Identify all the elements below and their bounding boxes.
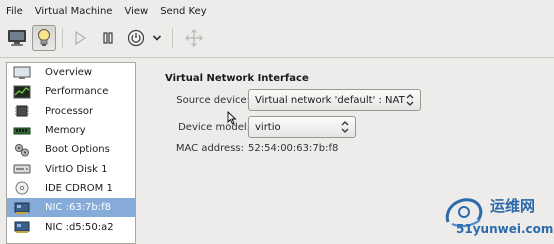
- details-button[interactable]: [32, 25, 56, 51]
- combo-arrows-icon: [341, 121, 349, 133]
- hardware-list: Overview Performance Processor Memory Bo…: [6, 62, 136, 244]
- sidebar-item-label: NIC :d5:50:a2: [45, 221, 114, 233]
- sidebar-item-memory[interactable]: Memory: [7, 121, 135, 140]
- sidebar-item-boot-options[interactable]: Boot Options: [7, 140, 135, 159]
- sidebar-item-label: NIC :63:7b:f8: [45, 202, 112, 214]
- menu-file[interactable]: File: [6, 6, 23, 17]
- lightbulb-info-icon: [38, 29, 50, 46]
- sidebar-item-performance[interactable]: Performance: [7, 82, 135, 101]
- performance-graph-icon: [13, 85, 31, 99]
- sidebar-item-label: IDE CDROM 1: [45, 182, 113, 194]
- console-button[interactable]: [5, 25, 29, 51]
- combo-arrows-icon: [406, 94, 414, 106]
- processor-chip-icon: [13, 104, 31, 118]
- toolbar: [0, 22, 554, 58]
- disk-drive-icon: [13, 162, 31, 176]
- source-device-combo[interactable]: Virtual network 'default' : NAT: [248, 89, 421, 111]
- device-model-combo[interactable]: virtio: [248, 116, 356, 138]
- menu-view[interactable]: View: [124, 6, 148, 17]
- sidebar-item-label: Overview: [45, 67, 93, 79]
- sidebar-item-virtio-disk-1[interactable]: VirtIO Disk 1: [7, 159, 135, 178]
- sidebar-item-label: Boot Options: [45, 144, 110, 156]
- sidebar-item-ide-cdrom-1[interactable]: IDE CDROM 1: [7, 179, 135, 198]
- sidebar-item-processor[interactable]: Processor: [7, 102, 135, 121]
- toolbar-separator: [62, 28, 63, 48]
- mac-address-value: 52:54:00:63:7b:f8: [248, 143, 339, 154]
- cdrom-icon: [13, 181, 31, 195]
- sidebar-item-nic-63-7b-f8[interactable]: NIC :63:7b:f8: [7, 198, 135, 218]
- menu-bar: File Virtual Machine View Send Key: [0, 0, 554, 22]
- network-card-icon: [13, 201, 31, 215]
- play-icon: [75, 30, 87, 46]
- network-card-icon: [13, 220, 31, 234]
- device-model-value: virtio: [255, 121, 281, 133]
- power-icon: [127, 29, 145, 47]
- mouse-cursor-icon: [227, 111, 237, 125]
- watermark-domain: 51yunwei.com: [456, 222, 554, 236]
- memory-module-icon: [13, 124, 31, 138]
- run-button[interactable]: [68, 25, 92, 51]
- monitor-icon: [8, 30, 26, 46]
- sidebar-gutter: [138, 62, 150, 244]
- watermark-title: 运维网: [490, 197, 536, 215]
- sidebar-item-label: Performance: [45, 86, 109, 98]
- overview-monitor-icon: [13, 66, 31, 80]
- sidebar-item-overview[interactable]: Overview: [7, 63, 135, 82]
- sidebar-item-label: Memory: [45, 125, 86, 137]
- move-arrows-icon: [185, 29, 203, 47]
- shutdown-button[interactable]: [124, 25, 148, 51]
- section-title: Virtual Network Interface: [165, 73, 309, 84]
- sidebar-item-nic-d5-50-a2[interactable]: NIC :d5:50:a2: [7, 217, 135, 236]
- watermark: 运维网 51yunwei.com: [440, 192, 554, 244]
- sidebar-item-label: Processor: [45, 105, 94, 117]
- source-device-value: Virtual network 'default' : NAT: [255, 94, 405, 106]
- chevron-down-icon: [152, 35, 162, 41]
- pause-icon: [103, 32, 113, 44]
- shutdown-menu-button[interactable]: [148, 25, 166, 51]
- menu-send-key[interactable]: Send Key: [160, 6, 207, 17]
- menu-virtual-machine[interactable]: Virtual Machine: [35, 6, 113, 17]
- fullscreen-button[interactable]: [182, 25, 206, 51]
- mac-address-label: MAC address:: [175, 143, 244, 154]
- gears-icon: [13, 143, 31, 157]
- toolbar-separator: [172, 28, 173, 48]
- pause-button[interactable]: [96, 25, 120, 51]
- source-device-label: Source device:: [176, 95, 250, 106]
- sidebar-item-label: VirtIO Disk 1: [45, 163, 108, 175]
